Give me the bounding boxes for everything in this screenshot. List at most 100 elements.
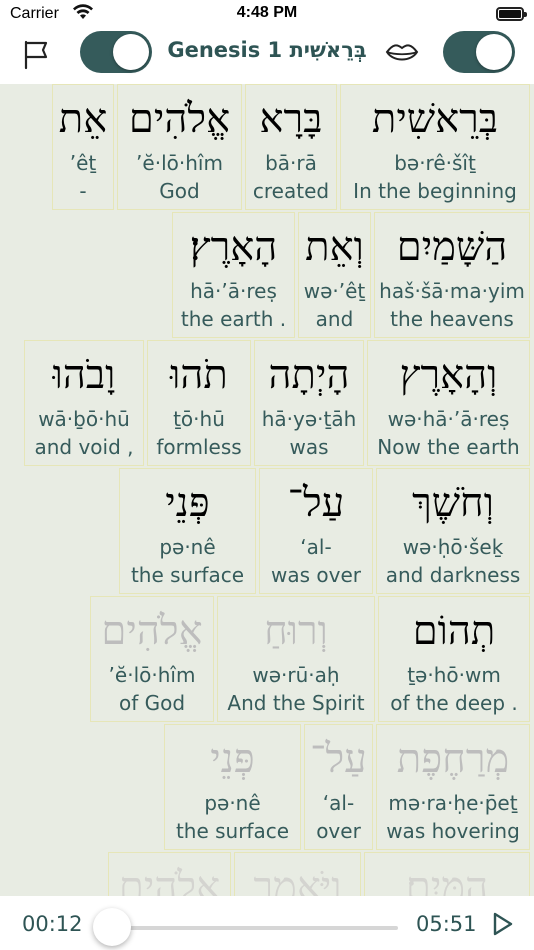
english-gloss: was hovering <box>386 819 520 843</box>
play-icon[interactable] <box>488 910 516 938</box>
hebrew-word: אֱלֹהִים <box>128 96 231 142</box>
hebrew-word: וְאֵת <box>305 224 364 270</box>
hebrew-word: תֹהוּ <box>170 352 228 398</box>
hebrew-word: אֵת <box>58 96 108 142</box>
english-gloss: of the deep . <box>390 691 518 715</box>
toggle-knob <box>113 34 149 70</box>
right-toggle-switch[interactable] <box>443 31 515 73</box>
word-cell[interactable]: מְרַחֶפֶת mə·ra·ḥe·p̄eṯ was hovering <box>376 724 530 850</box>
hebrew-word: פְּנֵי <box>165 480 210 526</box>
english-gloss: created <box>252 179 330 203</box>
english-gloss: and void , <box>34 435 134 459</box>
transliteration: wə·’êṯ <box>303 279 366 303</box>
word-cell[interactable]: תְהוֹם ṯə·hō·wm of the deep . <box>378 596 530 722</box>
transliteration: hā·’ā·reṣ <box>190 279 277 303</box>
hebrew-word: וְרוּחַ <box>264 608 328 654</box>
hebrew-word: וַיֹּאמֶר <box>253 864 342 896</box>
progress-track[interactable] <box>98 926 398 930</box>
english-gloss: of God <box>118 691 186 715</box>
english-gloss: was over <box>271 563 361 587</box>
transliteration: bā·rā <box>265 151 317 175</box>
hebrew-word: בְּרֵאשִׁית <box>371 96 499 142</box>
english-gloss: the surface <box>175 819 290 843</box>
toolbar: Genesis 1 בְּרֵאשִׁית <box>0 30 534 84</box>
hebrew-word: בָּרָא <box>259 96 323 142</box>
english-gloss: over <box>316 819 361 843</box>
word-cell[interactable]: פְּנֵי pə·nê the surface <box>119 468 256 594</box>
transliteration: ’êṯ <box>69 151 97 175</box>
english-gloss: God <box>159 179 200 203</box>
current-time: 00:12 <box>22 912 83 936</box>
word-cell[interactable]: הַשָּׁמַיִם haš·šā·ma·yim the heavens <box>374 212 530 338</box>
english-gloss: the heavens <box>390 307 514 331</box>
word-cell[interactable]: הַמָּיִם׃ <box>364 852 530 896</box>
word-cell[interactable]: וְאֵת wə·’êṯ and <box>298 212 371 338</box>
word-cell[interactable]: אֵת ’êṯ - <box>52 84 114 210</box>
word-cell[interactable]: וְחֹשֶׁךְ wə·ḥō·šeḵ and darkness <box>376 468 530 594</box>
hebrew-word: וְהָאָרֶץ <box>399 352 498 398</box>
word-cell[interactable]: אֱלֹהִים ’ĕ·lō·hîm of God <box>90 596 214 722</box>
battery-icon <box>496 7 527 21</box>
word-cell[interactable]: עַל־ ‘al- over <box>304 724 373 850</box>
hebrew-word: הַמָּיִם׃ <box>405 864 489 896</box>
audio-player: 00:12 05:51 <box>0 896 534 950</box>
word-cell[interactable]: בָּרָא bā·rā created <box>245 84 337 210</box>
hebrew-word: אֱלֹהִים <box>118 864 221 896</box>
transliteration: pə·nê <box>204 791 261 815</box>
word-cell[interactable]: עַל־ ‘al- was over <box>259 468 373 594</box>
word-cell[interactable]: הָאָרֶץ׃ hā·’ā·reṣ the earth . <box>172 212 295 338</box>
transliteration: hā·yə·ṯāh <box>261 407 357 431</box>
english-gloss: Now the earth <box>377 435 520 459</box>
transliteration: ’ĕ·lō·hîm <box>136 151 223 175</box>
word-cell[interactable]: אֱלֹהִים <box>108 852 231 896</box>
transliteration: ṯō·hū <box>173 407 225 431</box>
word-cell[interactable]: וְהָאָרֶץ wə·hā·’ā·reṣ Now the earth <box>367 340 530 466</box>
hebrew-word: וָבֹהוּ <box>52 352 116 398</box>
hebrew-word: וְחֹשֶׁךְ <box>412 480 494 526</box>
clock: 4:48 PM <box>236 4 298 21</box>
english-gloss: - <box>79 179 87 203</box>
word-cell[interactable]: וְרוּחַ wə·rū·aḥ And the Spirit <box>217 596 375 722</box>
transliteration: bə·rê·šîṯ <box>394 151 476 175</box>
hebrew-word: אֱלֹהִים <box>101 608 203 654</box>
english-gloss: and darkness <box>385 563 521 587</box>
transliteration: haš·šā·ma·yim <box>379 279 525 303</box>
word-cell[interactable]: תֹהוּ ṯō·hū formless <box>147 340 251 466</box>
total-time: 05:51 <box>416 912 477 936</box>
transliteration: wā·ḇō·hū <box>38 407 130 431</box>
word-cell[interactable]: בְּרֵאשִׁית bə·rê·šîṯ In the beginning <box>340 84 530 210</box>
transliteration: ṯə·hō·wm <box>407 663 501 687</box>
left-toggle-switch[interactable] <box>80 31 152 73</box>
english-gloss: the earth . <box>180 307 287 331</box>
toggle-knob <box>476 34 512 70</box>
hebrew-word: עַל־ <box>310 736 367 782</box>
lips-icon[interactable] <box>385 40 419 66</box>
english-gloss: formless <box>156 435 242 459</box>
word-cell[interactable]: וָבֹהוּ wā·ḇō·hū and void , <box>24 340 144 466</box>
hebrew-word: הַשָּׁמַיִם <box>396 224 508 270</box>
word-cell[interactable]: הָיְתָה hā·yə·ṯāh was <box>254 340 364 466</box>
interlinear-view[interactable]: בְּרֵאשִׁית bə·rê·šîṯ In the beginning ב… <box>0 84 534 896</box>
english-gloss: And the Spirit <box>227 691 365 715</box>
word-cell[interactable]: פְּנֵי pə·nê the surface <box>164 724 301 850</box>
hebrew-word: עַל־ <box>287 480 345 526</box>
transliteration: mə·ra·ḥe·p̄eṯ <box>388 791 518 815</box>
transliteration: wə·ḥō·šeḵ <box>402 535 504 559</box>
english-gloss: In the beginning <box>353 179 517 203</box>
hebrew-word: הָיְתָה <box>268 352 350 398</box>
hebrew-word: הָאָרֶץ׃ <box>189 224 278 270</box>
hebrew-word: מְרַחֶפֶת <box>396 736 510 782</box>
word-cell[interactable]: וַיֹּאמֶר <box>234 852 361 896</box>
scrubber-thumb[interactable] <box>93 908 131 946</box>
english-gloss: and <box>315 307 354 331</box>
transliteration: ‘al- <box>300 535 332 559</box>
transliteration: wə·rū·aḥ <box>252 663 340 687</box>
word-cell[interactable]: אֱלֹהִים ’ĕ·lō·hîm God <box>117 84 242 210</box>
english-gloss: was <box>289 435 329 459</box>
transliteration: ’ĕ·lō·hîm <box>108 663 196 687</box>
transliteration: pə·nê <box>159 535 216 559</box>
transliteration: ‘al- <box>322 791 355 815</box>
flag-icon[interactable] <box>20 38 52 72</box>
transliteration: wə·hā·’ā·reṣ <box>387 407 510 431</box>
chapter-title[interactable]: Genesis 1 בְּרֵאשִׁית <box>160 38 374 62</box>
